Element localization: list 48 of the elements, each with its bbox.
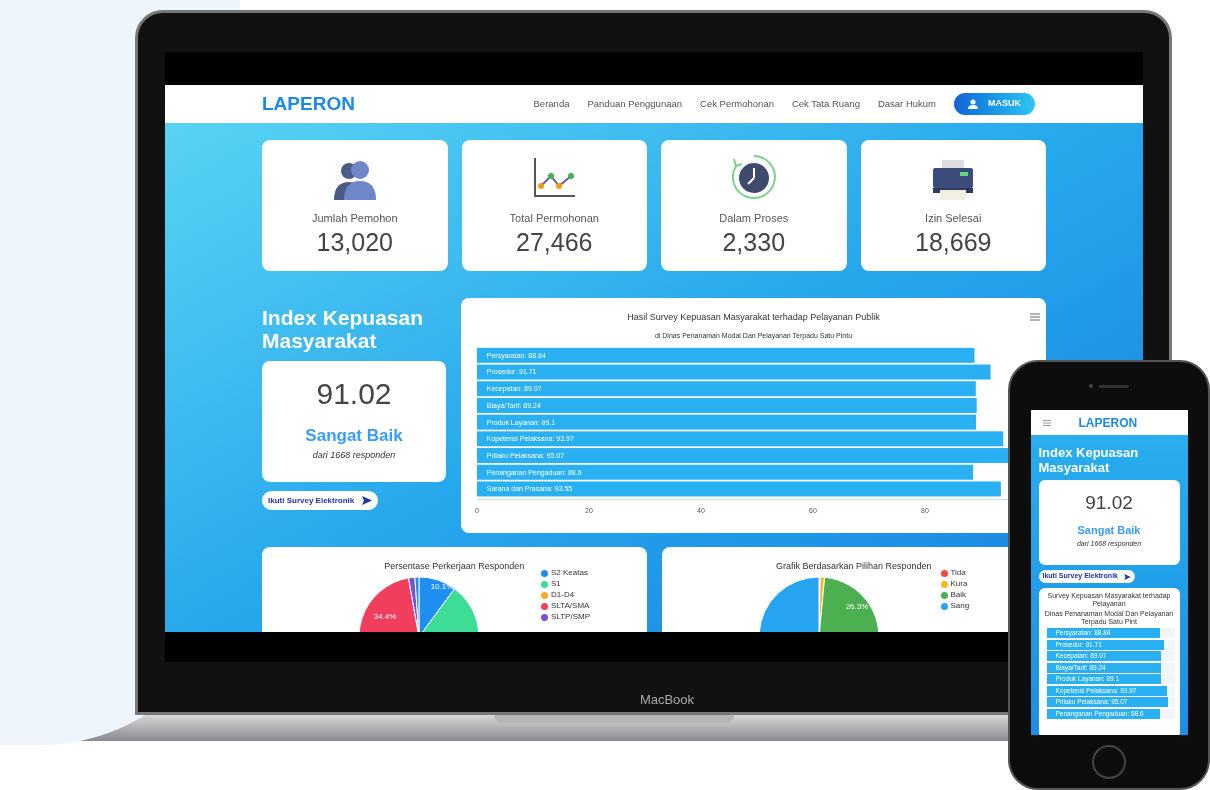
menu-icon[interactable] <box>1030 313 1040 321</box>
legend-label: Tida <box>950 567 966 579</box>
rating-text: Sangat Baik <box>305 425 403 447</box>
nav-link[interactable]: Cek Permohonan <box>700 96 774 112</box>
clock-icon <box>730 154 777 200</box>
legend-label: S2 Keatas <box>551 567 588 579</box>
camera-icon <box>1089 384 1093 388</box>
home-button[interactable] <box>1092 745 1126 779</box>
legend-label: Kura <box>950 578 968 590</box>
stat-value: 18,669 <box>915 226 992 257</box>
stat-label: Izin Selesai <box>925 211 982 226</box>
rating-text: Sangat Baik <box>1077 523 1141 538</box>
score-value: 91.02 <box>1085 492 1133 514</box>
survey-button[interactable]: Ikuti Survey Elektronik <box>262 491 379 510</box>
legend-label: SLTA/SMA <box>551 600 590 612</box>
legend-label: Baik <box>950 589 967 601</box>
legend-label: Sang <box>950 600 970 612</box>
line-chart-icon <box>531 156 578 200</box>
stat-label: Dalam Proses <box>719 211 789 226</box>
chart-title: Hasil Survey Kepuasan Masyarakat terhadap Pelayanan Publik <box>626 311 881 324</box>
speaker-icon <box>1099 384 1129 388</box>
users-icon <box>331 160 378 200</box>
stat-label: Total Permohonan <box>509 211 599 226</box>
legend-label: D1-D4 <box>551 589 575 601</box>
send-icon <box>1124 573 1131 580</box>
nav-link[interactable]: Beranda <box>533 96 570 112</box>
stat-value: 13,020 <box>316 226 393 257</box>
score-value: 91.02 <box>316 377 392 411</box>
stat-value: 27,466 <box>516 226 593 257</box>
nav-link[interactable]: Panduan Penggunaan <box>587 96 683 112</box>
nav-link[interactable]: Cek Tata Ruang <box>791 96 860 112</box>
section-heading: Index Kepuasan Masyarakat <box>262 306 425 352</box>
nav-link[interactable]: Dasar Hukum <box>877 96 936 112</box>
respondents-text: dari 1668 responden <box>312 448 396 462</box>
site-logo: LAPERON <box>262 91 355 116</box>
brand-label: MacBook <box>639 691 695 709</box>
send-icon <box>362 496 373 505</box>
pie-chart-drawing: 26.3% <box>756 574 881 632</box>
section-heading: Index Kepuasan Masyarakat <box>1038 445 1140 475</box>
menu-icon[interactable] <box>1042 419 1051 426</box>
stat-value: 2,330 <box>722 226 786 257</box>
chart-title: Persentase Perkerjaan Responden <box>384 560 525 573</box>
user-icon <box>968 99 978 109</box>
legend-label: SLTP/SMP <box>551 611 590 623</box>
site-logo: LAPERON <box>1078 414 1138 432</box>
stat-label: Jumlah Pemohon <box>311 211 398 226</box>
chart-title: Grafik Berdasarkan Pilihan Responden <box>775 560 932 573</box>
legend-label: S1 <box>551 578 561 590</box>
